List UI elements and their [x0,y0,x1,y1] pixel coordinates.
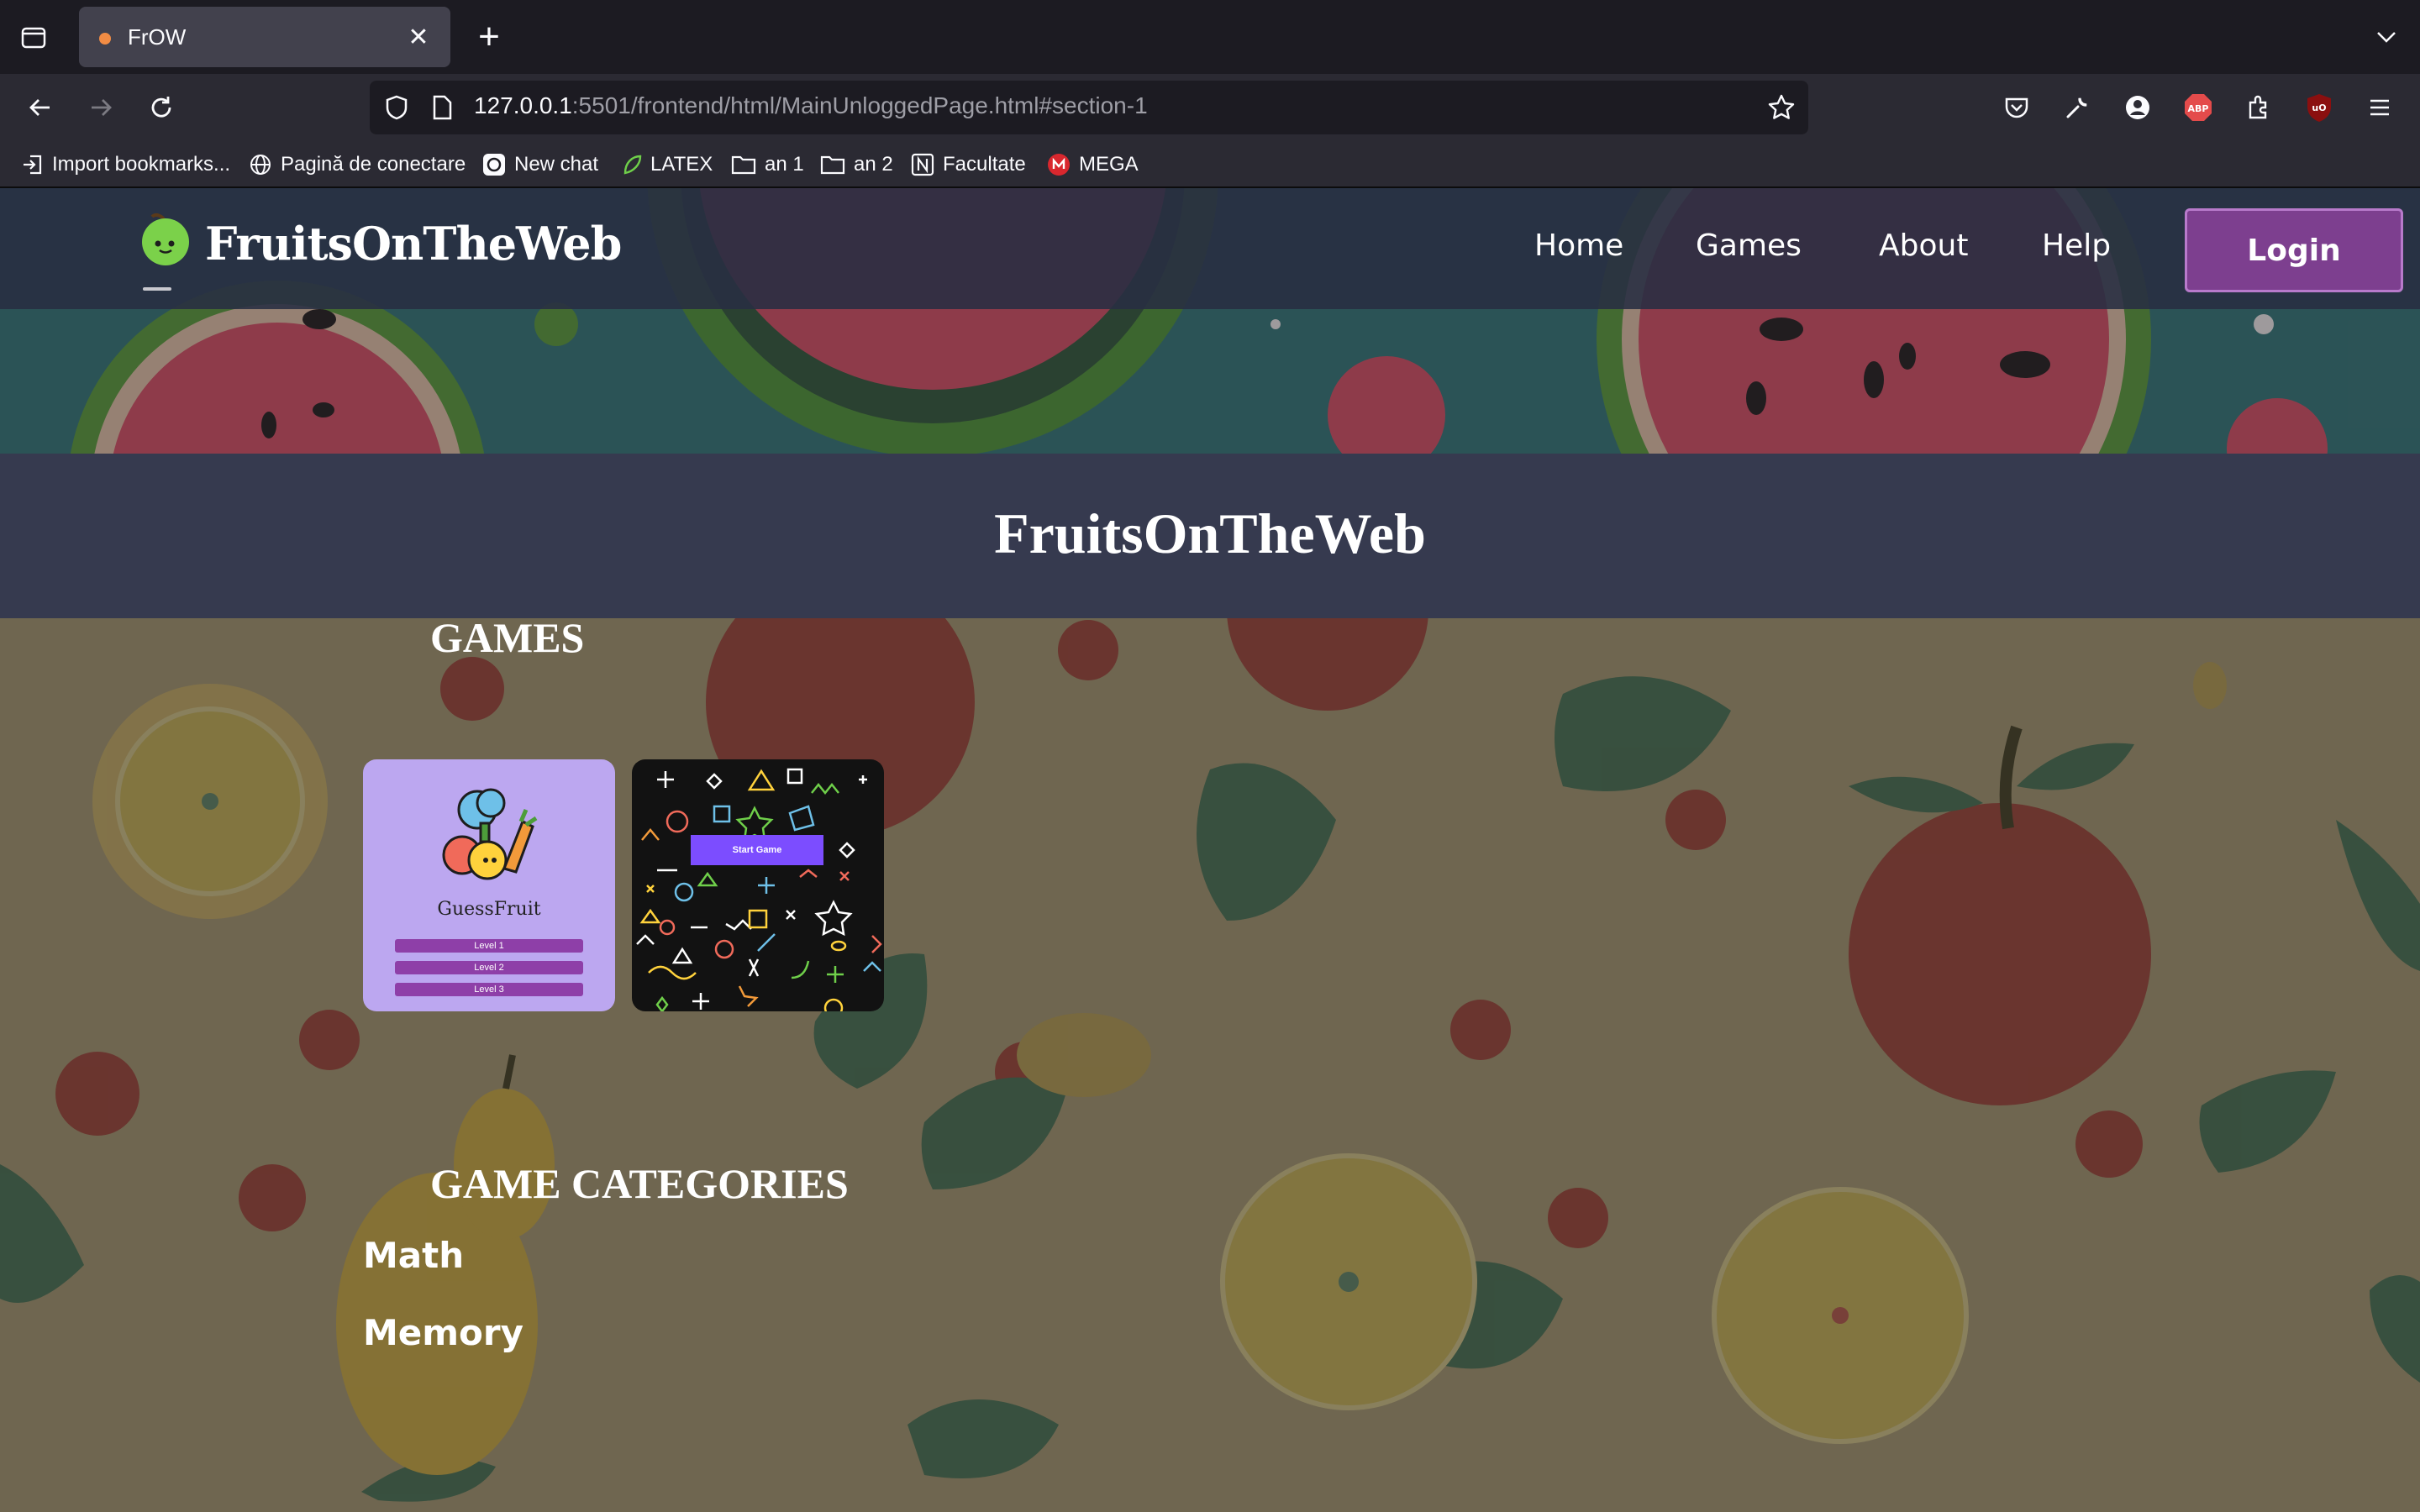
openai-icon [483,154,505,176]
reload-icon[interactable] [139,86,183,129]
forward-icon[interactable] [79,86,123,129]
leaf-icon [623,155,642,175]
back-icon[interactable] [18,86,62,129]
bookmark-label: Pagină de conectare [281,153,466,176]
login-button[interactable]: Login [2185,208,2403,292]
bookmark-label: New chat [514,153,599,176]
shield-icon[interactable] [381,92,412,123]
title-banner: FruitsOnTheWeb [0,454,2420,618]
fruit-basket-icon [442,788,538,880]
tab-favicon-dot [99,33,111,45]
confetti-pattern [636,768,882,1011]
main-content: GAMES GuessFruit Level 1 Level 2 Level 3 [0,618,2420,1512]
bookmarks-toolbar: Import bookmarks... Pagină de conectare … [0,141,2420,188]
nav-home[interactable]: Home [1534,228,1623,263]
url-bar[interactable]: 127.0.0.1:5501/frontend/html/MainUnlogge… [370,81,1808,134]
close-tab-icon[interactable]: ✕ [402,20,435,54]
bookmark-label: an 1 [765,153,804,176]
account-icon[interactable] [2119,89,2156,126]
site-brand[interactable]: FruitsOnTheWeb [205,217,622,270]
tab-title: FrOW [128,24,187,50]
folder-icon [820,155,845,175]
pocket-icon[interactable] [1998,89,2035,126]
level-3-button[interactable]: Level 3 [395,983,583,996]
game-card-guessfruit[interactable]: GuessFruit Level 1 Level 2 Level 3 [363,759,615,1011]
level-2-button[interactable]: Level 2 [395,961,583,974]
logo-underline [143,287,171,291]
level-1-button[interactable]: Level 1 [395,939,583,953]
bookmark-import[interactable]: Import bookmarks... [20,150,230,180]
hamburger-menu-icon[interactable] [2361,89,2398,126]
bookmark-an-1[interactable]: an 1 [731,150,804,180]
wrench-icon[interactable] [2059,89,2096,126]
mega-icon [1048,154,1070,176]
ublock-label: uO [2312,102,2326,113]
web-page: FruitsOnTheWeb Home Games About Help Log… [0,188,2420,1512]
bookmark-an-2[interactable]: an 2 [820,150,893,180]
folder-icon [731,155,756,175]
bookmark-label: Import bookmarks... [52,153,231,176]
bookmark-label: MEGA [1079,153,1139,176]
browser-nav-bar: 127.0.0.1:5501/frontend/html/MainUnlogge… [0,74,2420,141]
nav-about[interactable]: About [1879,228,1968,263]
fruit-pattern-background [0,618,2420,1502]
bookmark-label: Facultate [943,153,1026,176]
url-path: :5501/frontend/html/MainUnloggedPage.htm… [571,92,1148,118]
banner-title: FruitsOnTheWeb [994,501,1426,565]
games-section-title: GAMES [430,618,585,661]
extensions-icon[interactable] [2240,89,2277,126]
bookmark-star-icon[interactable] [1766,92,1797,123]
bookmark-latex[interactable]: LATEX [622,150,713,180]
start-game-button[interactable]: Start Game [691,835,823,865]
url-text: 127.0.0.1:5501/frontend/html/MainUnlogge… [474,92,1148,119]
globe-icon [250,155,271,175]
bookmark-pagina-conectare[interactable]: Pagină de conectare [249,150,466,180]
nav-games[interactable]: Games [1696,228,1802,263]
browser-tab[interactable]: FrOW ✕ [79,7,450,67]
bookmark-facultate[interactable]: Facultate [911,150,1026,180]
bookmark-label: LATEX [650,153,713,176]
game-categories-title: GAME CATEGORIES [430,1160,849,1207]
bookmark-new-chat[interactable]: New chat [482,150,598,180]
bookmark-mega[interactable]: MEGA [1047,150,1139,180]
chevron-down-icon[interactable] [2368,18,2405,55]
game-card-start[interactable]: Start Game [632,759,884,1011]
ublock-origin-icon[interactable]: uO [2301,89,2338,126]
site-header: FruitsOnTheWeb Home Games About Help Log… [0,188,2420,309]
notion-icon [911,153,934,176]
page-info-icon[interactable] [427,92,457,123]
adblock-plus-icon[interactable]: ABP [2180,89,2217,126]
game-card-title: GuessFruit [437,899,541,920]
url-host: 127.0.0.1 [474,92,572,118]
category-memory[interactable]: Memory [363,1312,523,1353]
abp-label: ABP [2188,103,2209,114]
bookmark-label: an 2 [854,153,893,176]
nav-help[interactable]: Help [2042,228,2111,263]
new-tab-icon[interactable]: + [469,16,509,57]
import-icon [24,155,42,175]
apple-logo-icon[interactable] [136,210,195,269]
firefox-view-icon[interactable] [15,18,52,55]
browser-tab-bar: FrOW ✕ + [0,0,2420,74]
category-math[interactable]: Math [363,1235,464,1276]
